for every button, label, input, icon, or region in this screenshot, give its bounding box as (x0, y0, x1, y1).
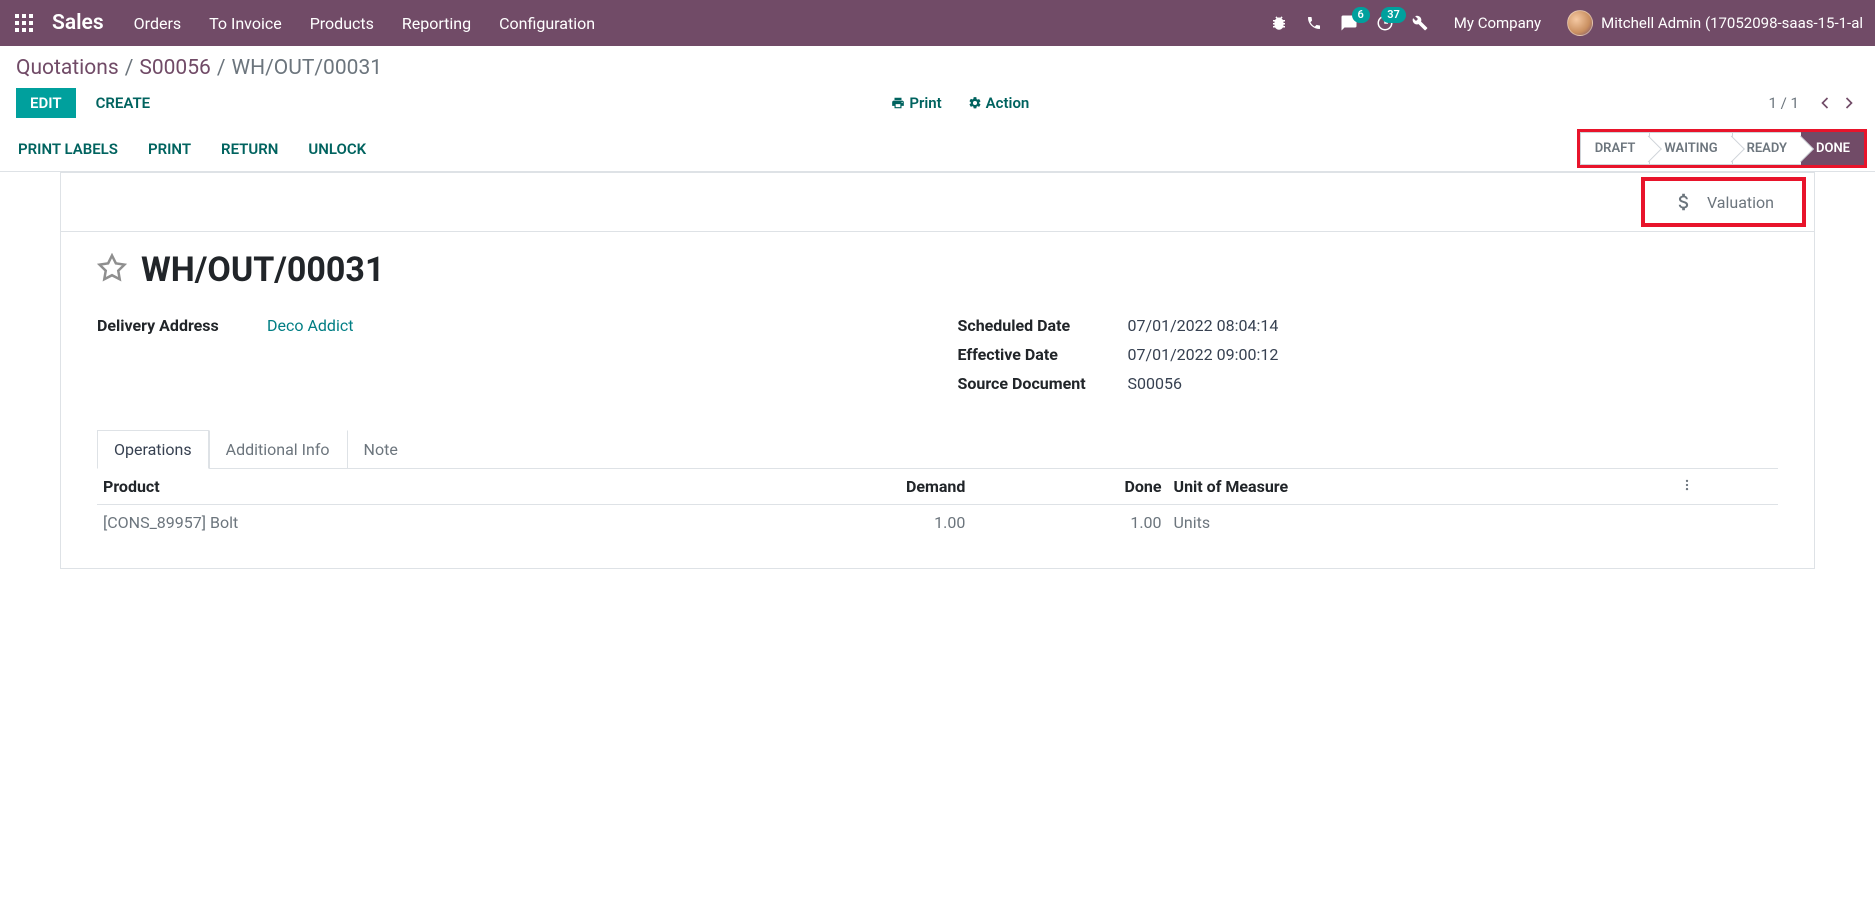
scheduled-date-value: 07/01/2022 08:04:14 (1128, 316, 1279, 335)
star-icon (97, 253, 127, 283)
print-labels-button[interactable]: PRINT LABELS (16, 136, 120, 162)
print-dropdown[interactable]: Print (889, 90, 943, 116)
top-menu: Orders To Invoice Products Reporting Con… (134, 14, 595, 33)
messages-badge: 6 (1352, 7, 1370, 23)
status-bar: DRAFT WAITING READY DONE (1577, 129, 1867, 168)
cell-done: 1.00 (971, 505, 1167, 541)
delivery-address-value[interactable]: Deco Addict (267, 316, 353, 335)
effective-date-value: 07/01/2022 09:00:12 (1128, 345, 1279, 364)
table-row[interactable]: [CONS_89957] Bolt 1.00 1.00 Units (97, 505, 1778, 541)
apps-icon[interactable] (12, 11, 36, 35)
scheduled-date-label: Scheduled Date (958, 316, 1128, 335)
app-brand[interactable]: Sales (52, 11, 104, 35)
print-icon (891, 96, 905, 110)
systray: 6 37 My Company Mitchell Admin (17052098… (1270, 10, 1863, 36)
effective-date-label: Effective Date (958, 345, 1128, 364)
menu-orders[interactable]: Orders (134, 14, 181, 33)
tabs: Operations Additional Info Note (97, 429, 1778, 469)
valuation-button[interactable]: Valuation (1641, 177, 1806, 227)
th-done[interactable]: Done (971, 469, 1167, 505)
menu-to-invoice[interactable]: To Invoice (209, 14, 282, 33)
form-sheet: Valuation WH/OUT/00031 Delivery Address … (60, 172, 1815, 569)
breadcrumb-root[interactable]: Quotations (16, 56, 119, 80)
control-panel: Quotations / S00056 / WH/OUT/00031 EDIT … (0, 46, 1875, 118)
cell-demand: 1.00 (686, 505, 972, 541)
th-uom[interactable]: Unit of Measure (1168, 469, 1674, 505)
dollar-icon (1673, 191, 1695, 213)
th-product[interactable]: Product (97, 469, 686, 505)
button-box: Valuation (61, 173, 1814, 232)
delivery-address-label: Delivery Address (97, 316, 267, 335)
activities-icon[interactable]: 37 (1376, 14, 1394, 32)
chevron-right-icon (1839, 93, 1859, 113)
tab-operations[interactable]: Operations (97, 430, 209, 469)
return-button[interactable]: RETURN (219, 136, 280, 162)
debug-icon[interactable] (1270, 14, 1288, 32)
user-name: Mitchell Admin (17052098-saas-15-1-al (1601, 14, 1863, 32)
record-name: WH/OUT/00031 (141, 250, 384, 290)
create-button[interactable]: CREATE (94, 90, 153, 116)
phone-icon[interactable] (1306, 15, 1322, 31)
source-doc-value: S00056 (1128, 374, 1182, 393)
valuation-label: Valuation (1707, 193, 1774, 212)
unlock-button[interactable]: UNLOCK (306, 136, 368, 162)
chevron-left-icon (1815, 93, 1835, 113)
menu-reporting[interactable]: Reporting (402, 14, 471, 33)
tools-icon[interactable] (1412, 15, 1428, 31)
kebab-icon (1680, 478, 1694, 492)
user-menu[interactable]: Mitchell Admin (17052098-saas-15-1-al (1567, 10, 1863, 36)
status-draft[interactable]: DRAFT (1580, 132, 1650, 165)
avatar-icon (1567, 10, 1593, 36)
menu-products[interactable]: Products (310, 14, 374, 33)
operations-table: Product Demand Done Unit of Measure [CON… (97, 469, 1778, 540)
th-demand[interactable]: Demand (686, 469, 972, 505)
th-options[interactable] (1674, 469, 1778, 505)
edit-button[interactable]: EDIT (16, 88, 76, 118)
favorite-star[interactable] (97, 253, 127, 287)
breadcrumb-parent[interactable]: S00056 (139, 56, 210, 80)
breadcrumb-current: WH/OUT/00031 (232, 56, 383, 80)
company-switcher[interactable]: My Company (1454, 14, 1541, 32)
cell-uom: Units (1168, 505, 1674, 541)
activities-badge: 37 (1381, 7, 1406, 23)
cell-product: [CONS_89957] Bolt (97, 505, 686, 541)
pager-prev[interactable] (1815, 93, 1835, 113)
tab-additional-info[interactable]: Additional Info (209, 430, 347, 469)
pager-text: 1 / 1 (1769, 94, 1800, 112)
gear-icon (968, 96, 982, 110)
pager-next[interactable] (1839, 93, 1859, 113)
action-dropdown[interactable]: Action (966, 90, 1032, 116)
print-button[interactable]: PRINT (146, 136, 193, 162)
actions-row: PRINT LABELS PRINT RETURN UNLOCK DRAFT W… (0, 126, 1875, 172)
breadcrumb: Quotations / S00056 / WH/OUT/00031 (16, 56, 1859, 80)
messages-icon[interactable]: 6 (1340, 14, 1358, 32)
source-doc-label: Source Document (958, 374, 1128, 393)
menu-configuration[interactable]: Configuration (499, 14, 595, 33)
main-navbar: Sales Orders To Invoice Products Reporti… (0, 0, 1875, 46)
tab-note[interactable]: Note (347, 430, 415, 469)
